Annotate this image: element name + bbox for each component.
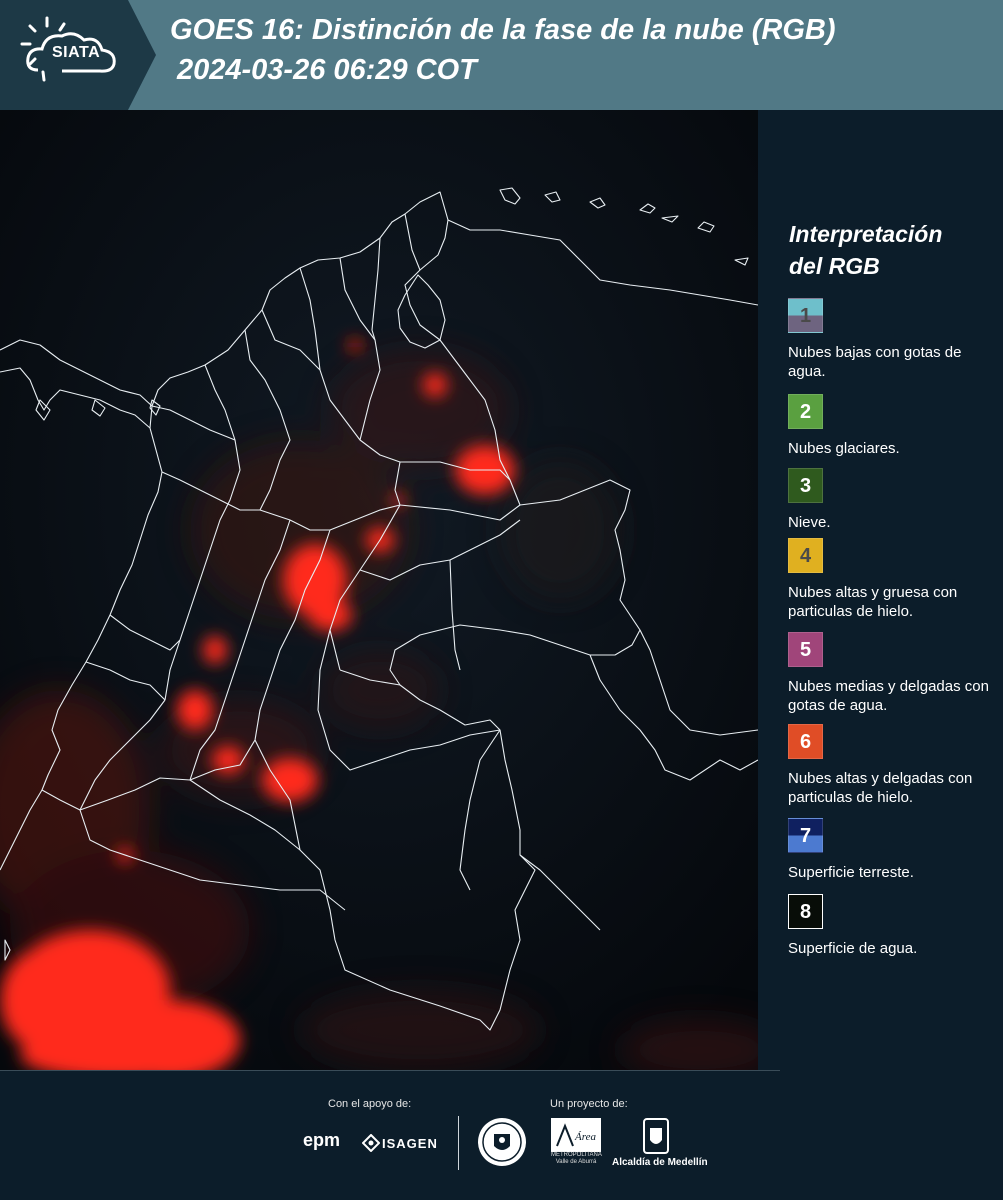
- legend-number-1: 1: [799, 305, 812, 327]
- legend-number-5: 5: [799, 639, 812, 661]
- legend-number-4: 4: [799, 545, 812, 567]
- legend-title-line1: Interpretación: [789, 221, 943, 247]
- siata-logo: SIATA: [0, 0, 160, 110]
- legend-number-8: 8: [799, 901, 812, 923]
- project-caption: Un proyecto de:: [550, 1098, 628, 1110]
- legend-item-4: 4 Nubes altas y gruesa con particulas de…: [788, 538, 998, 621]
- header-bar: SIATA GOES 16: Distinción de la fase de …: [0, 0, 1003, 110]
- legend-label-8: Superficie de agua.: [788, 940, 918, 957]
- legend-number-3: 3: [799, 475, 812, 497]
- area-metropolitana-subtitle: METROPOLITANA Valle de Aburrá: [551, 1152, 602, 1165]
- alcaldia-medellin-logo: Alcaldía de Medellín: [612, 1157, 708, 1168]
- legend-item-3: 3 Nieve.: [788, 468, 998, 532]
- legend-label-4: Nubes altas y gruesa con particulas de h…: [788, 584, 958, 620]
- legend-panel: Interpretación del RGB 1 Nubes bajas con…: [760, 110, 1003, 1070]
- isagen-icon: [362, 1134, 380, 1152]
- legend-swatch-8: 8: [788, 894, 823, 929]
- legend-label-1: Nubes bajas con gotas de agua.: [788, 344, 962, 380]
- legend-label-5: Nubes medias y delgadas con gotas de agu…: [788, 678, 989, 714]
- legend-swatch-3: 3: [788, 468, 823, 503]
- area-logo-text: Área: [574, 1131, 596, 1143]
- legend-number-2: 2: [799, 401, 812, 423]
- legend-item-5: 5 Nubes medias y delgadas con gotas de a…: [788, 632, 998, 715]
- legend-swatch-7: 7: [788, 818, 823, 853]
- legend-label-6: Nubes altas y delgadas con particulas de…: [788, 770, 973, 806]
- legend-item-7: 7 Superficie terreste.: [788, 818, 998, 882]
- medellin-seal-icon: [478, 1118, 526, 1166]
- footer-divider-line: [0, 1070, 780, 1071]
- legend-number-7: 7: [799, 825, 812, 847]
- legend-title: Interpretación del RGB: [789, 218, 942, 282]
- legend-swatch-4: 4: [788, 538, 823, 573]
- legend-item-6: 6 Nubes altas y delgadas con particulas …: [788, 724, 998, 807]
- legend-label-3: Nieve.: [788, 514, 831, 531]
- page-timestamp: 2024-03-26 06:29 COT: [177, 54, 477, 86]
- satellite-map-image: [0, 110, 758, 1070]
- legend-item-8: 8 Superficie de agua.: [788, 894, 998, 958]
- legend-swatch-2: 2: [788, 394, 823, 429]
- logo-text: SIATA: [52, 44, 101, 61]
- legend-swatch-6: 6: [788, 724, 823, 759]
- legend-title-line2: del RGB: [789, 253, 880, 279]
- legend-swatch-1: 1: [788, 298, 823, 333]
- epm-logo: epm: [303, 1130, 341, 1150]
- footer-logo-divider: [458, 1116, 459, 1170]
- satellite-map: [0, 110, 758, 1070]
- legend-item-2: 2 Nubes glaciares.: [788, 394, 998, 458]
- isagen-logo: ISAGEN: [382, 1136, 438, 1151]
- legend-label-7: Superficie terreste.: [788, 864, 914, 881]
- support-caption: Con el apoyo de:: [328, 1098, 412, 1110]
- legend-swatch-5: 5: [788, 632, 823, 667]
- legend-item-1: 1 Nubes bajas con gotas de agua.: [788, 298, 998, 381]
- area-metropolitana-logo: Área: [551, 1118, 601, 1152]
- legend-number-6: 6: [799, 731, 812, 753]
- page-title: GOES 16: Distinción de la fase de la nub…: [170, 14, 836, 46]
- alcaldia-shield-icon: [643, 1118, 669, 1154]
- legend-label-2: Nubes glaciares.: [788, 440, 900, 457]
- footer: Con el apoyo de: Un proyecto de: epm ISA…: [0, 1070, 1003, 1200]
